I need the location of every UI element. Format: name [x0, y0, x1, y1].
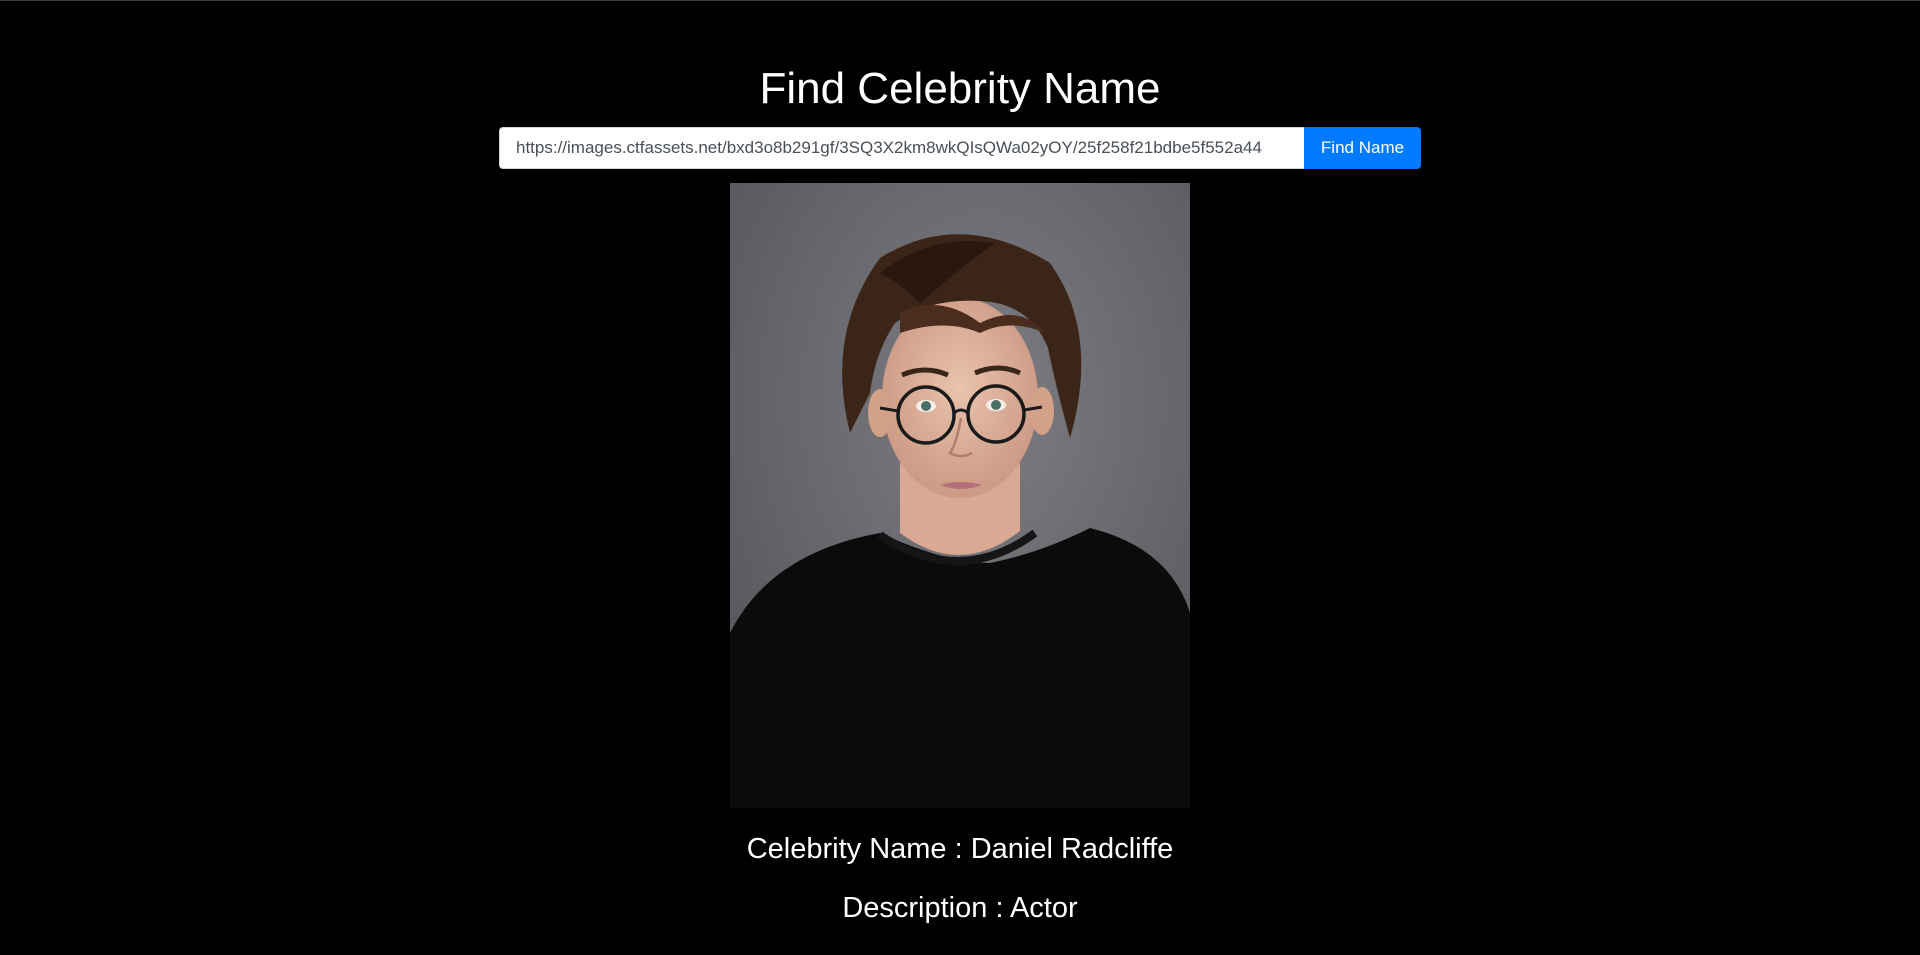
- search-bar: Find Name: [499, 127, 1421, 169]
- celebrity-description-result: Description : Actor: [842, 892, 1078, 924]
- page-title: Find Celebrity Name: [759, 64, 1161, 113]
- celebrity-portrait-image: [730, 183, 1190, 808]
- celebrity-name-result: Celebrity Name : Daniel Radcliffe: [746, 833, 1174, 865]
- page: Find Celebrity Name Find Name: [0, 0, 1920, 955]
- find-name-button[interactable]: Find Name: [1304, 127, 1421, 169]
- portrait-illustration: [730, 183, 1190, 808]
- image-url-input[interactable]: [499, 127, 1304, 169]
